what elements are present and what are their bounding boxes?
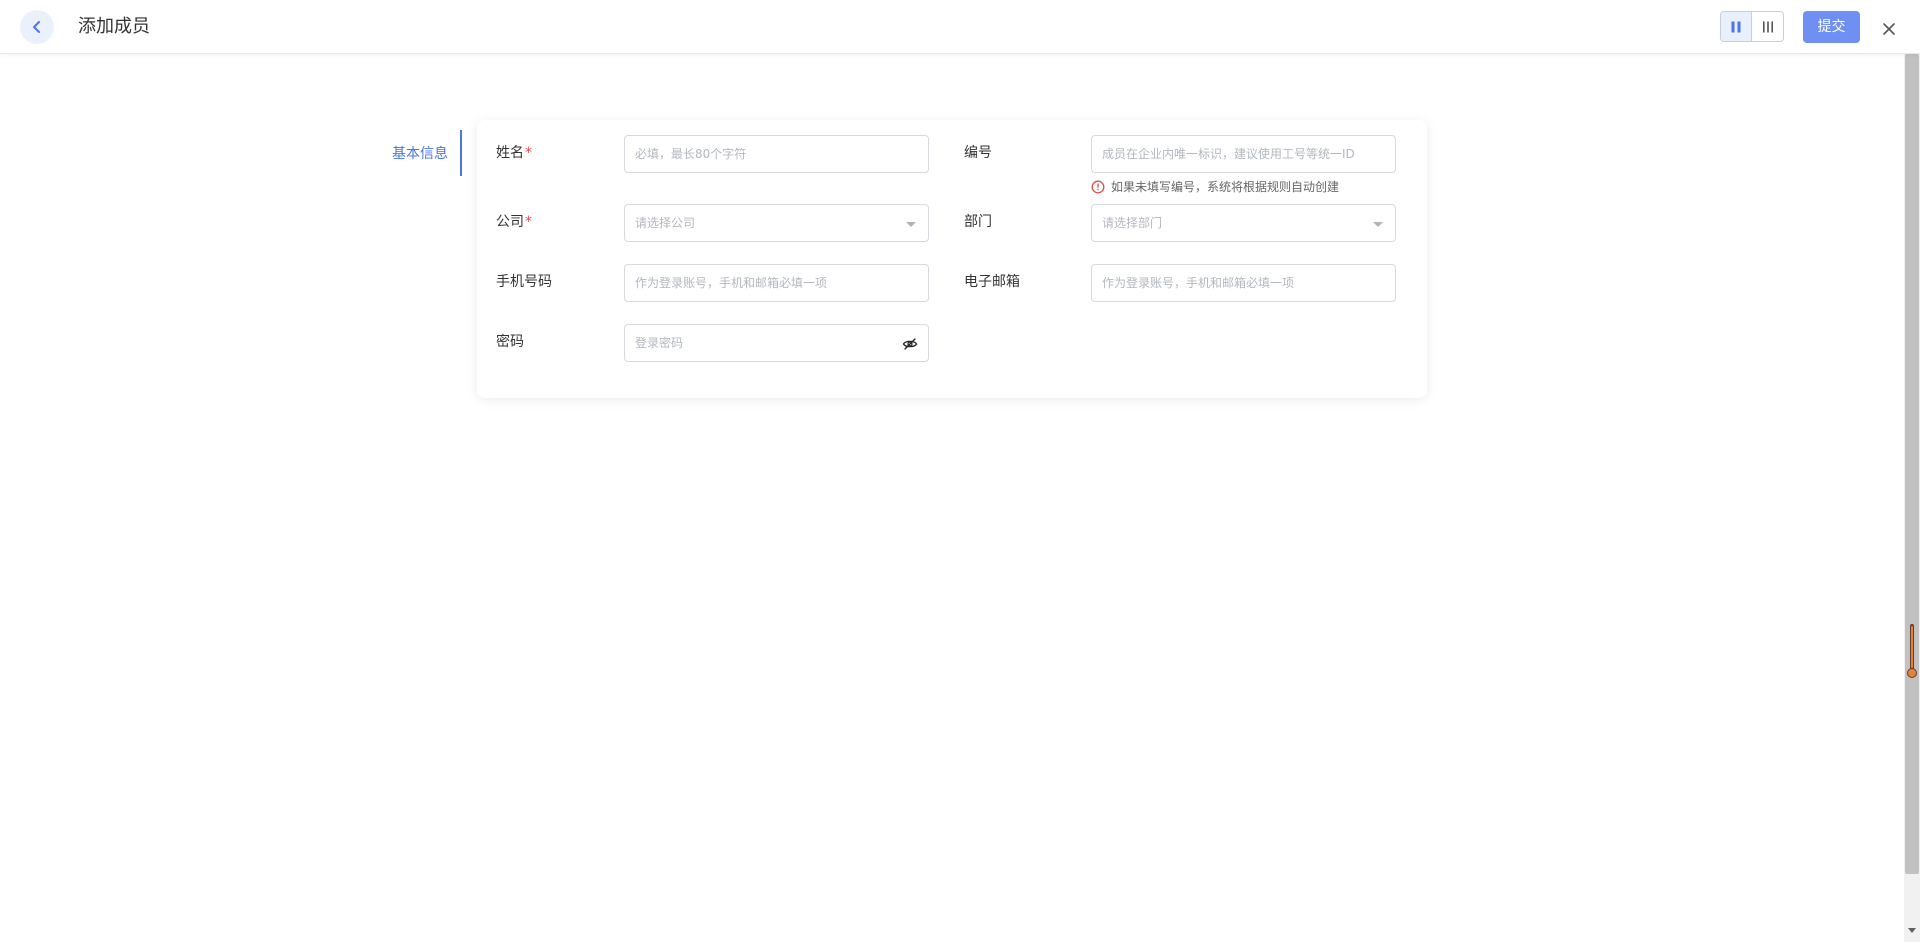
company-label-text: 公司	[496, 214, 524, 230]
department-select[interactable]: 请选择部门	[1091, 204, 1396, 242]
number-label: 编号	[964, 145, 992, 161]
caret-down-icon	[906, 222, 916, 227]
chevron-left-icon	[33, 21, 40, 33]
two-column-icon	[1731, 21, 1741, 32]
number-hint-text: 如果未填写编号，系统将根据规则自动创建	[1111, 180, 1340, 194]
phone-label: 手机号码	[496, 274, 552, 290]
close-button[interactable]	[1878, 18, 1900, 40]
number-hint: 如果未填写编号，系统将根据规则自动创建	[1091, 178, 1339, 195]
company-select[interactable]: 请选择公司	[624, 204, 929, 242]
company-label: 公司*	[496, 212, 532, 232]
eye-slash-icon[interactable]	[902, 336, 918, 352]
password-field-box	[624, 324, 929, 362]
scroll-down-arrow-icon[interactable]	[1908, 928, 1916, 933]
name-required-mark: *	[525, 145, 532, 161]
email-label: 电子邮箱	[964, 274, 1020, 290]
three-column-icon	[1762, 21, 1773, 32]
page-title: 添加成员	[78, 16, 150, 37]
section-nav-basic-info[interactable]: 基本信息	[392, 130, 462, 176]
name-input[interactable]	[625, 136, 928, 172]
phone-input[interactable]	[625, 265, 928, 301]
password-label: 密码	[496, 334, 524, 350]
two-column-layout-button[interactable]	[1721, 12, 1753, 41]
password-input[interactable]	[625, 325, 928, 361]
name-label: 姓名*	[496, 143, 532, 163]
thermometer-icon	[1907, 624, 1917, 678]
number-input[interactable]	[1092, 136, 1395, 172]
scrollbar-thumb[interactable]	[1905, 54, 1919, 874]
department-select-placeholder: 请选择部门	[1102, 216, 1163, 230]
layout-toggle	[1720, 11, 1784, 42]
three-column-layout-button[interactable]	[1752, 12, 1783, 41]
submit-button[interactable]: 提交	[1803, 11, 1860, 43]
section-nav-label: 基本信息	[392, 146, 448, 162]
alert-circle-icon	[1091, 180, 1105, 193]
company-select-placeholder: 请选择公司	[635, 216, 696, 230]
company-required-mark: *	[525, 214, 532, 230]
name-label-text: 姓名	[496, 145, 524, 161]
phone-field-box	[624, 264, 929, 302]
department-label: 部门	[964, 214, 992, 230]
number-field-box	[1091, 135, 1396, 173]
close-icon	[1883, 23, 1895, 35]
name-field-box	[624, 135, 929, 173]
basic-info-form-card: 姓名* 编号 公司* 请选择公司 部门 请选择部门 手机号码 电子邮箱	[477, 120, 1427, 398]
email-field-box	[1091, 264, 1396, 302]
email-input[interactable]	[1092, 265, 1395, 301]
app-root: 添加成员 提交 基本信息 姓名* 必填，最长80个字符 编号 成员在企业内唯一标…	[0, 0, 1920, 942]
caret-down-icon	[1373, 222, 1383, 227]
back-button[interactable]	[20, 10, 54, 44]
top-header: 添加成员 提交	[0, 0, 1920, 54]
